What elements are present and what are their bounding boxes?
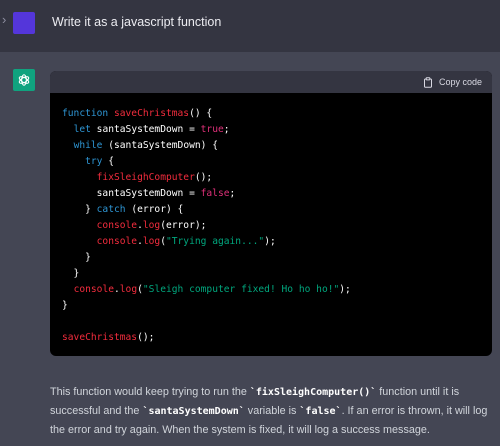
code-token: (); [194,172,213,183]
code-token: log [119,284,138,295]
inline-code: `santaSystemDown` [142,406,245,417]
code-token: console [73,284,114,295]
code-token: try [85,156,103,167]
code-line: console.log("Trying again..."); [62,234,480,250]
openai-logo-icon [13,69,35,91]
chevron-right-icon[interactable]: › [2,12,6,27]
code-line: fixSleighComputer(); [62,170,480,186]
code-line: } [62,298,480,314]
code-content: function saveChristmas() { let santaSyst… [50,93,492,346]
code-line: saveChristmas(); [62,330,480,346]
explanation-part: This function would keep trying to run t… [50,386,250,398]
copy-code-button[interactable]: Copy code [423,76,482,88]
code-token: log [142,220,161,231]
code-line: console.log("Sleigh computer fixed! Ho h… [62,282,480,298]
code-line: } [62,266,480,282]
user-message-row: › Write it as a javascript function [0,0,500,52]
code-line: santaSystemDown = false; [62,186,480,202]
assistant-message-row: Copy code function saveChristmas() { let… [0,52,500,446]
explanation-text: This function would keep trying to run t… [50,383,490,440]
code-line: while (santaSystemDown) { [62,138,480,154]
code-token: } [62,204,97,215]
code-token: ); [339,284,351,295]
code-line: } catch (error) { [62,202,480,218]
code-block-header: Copy code [50,71,492,93]
code-token: } [62,252,91,263]
code-token: santaSystemDown = [62,188,201,199]
code-line: function saveChristmas() { [62,106,480,122]
inline-code: `false` [299,406,342,417]
code-token: saveChristmas [62,332,138,343]
code-token: "Sleigh computer fixed! Ho ho ho!" [142,284,340,295]
code-token: catch [96,204,126,215]
code-token: while [73,140,103,151]
explanation-part: variable is [244,405,300,417]
code-token: (error); [160,220,207,231]
inline-code: `fixSleighComputer()` [249,387,377,398]
code-token: console [96,236,138,247]
code-token: true [200,124,224,135]
user-message-text: Write it as a javascript function [52,15,222,29]
code-token: ; [229,188,236,199]
code-line: } [62,250,480,266]
code-token: (); [137,332,155,343]
code-block: Copy code function saveChristmas() { let… [50,71,492,356]
code-token: false [200,188,230,199]
code-line: try { [62,154,480,170]
clipboard-icon [423,76,432,88]
code-token: "Trying again..." [165,236,265,247]
code-token: (error) { [125,204,184,215]
code-token: let [73,124,91,135]
code-token: saveChristmas [113,108,190,119]
code-token: ); [264,236,276,247]
code-line: console.log(error); [62,218,480,234]
code-token: } [62,300,68,311]
code-token: function [62,108,114,119]
code-token: () { [189,108,213,119]
code-token: log [142,236,161,247]
code-token: } [62,268,80,279]
code-token: ; [223,124,230,135]
code-token: (santaSystemDown) { [102,140,218,151]
code-token: santaSystemDown = [90,124,201,135]
code-line: let santaSystemDown = true; [62,122,480,138]
code-token: console [96,220,138,231]
user-avatar [13,12,35,34]
code-token: fixSleighComputer [96,172,195,183]
code-token: { [102,156,114,167]
copy-code-label: Copy code [438,77,482,87]
